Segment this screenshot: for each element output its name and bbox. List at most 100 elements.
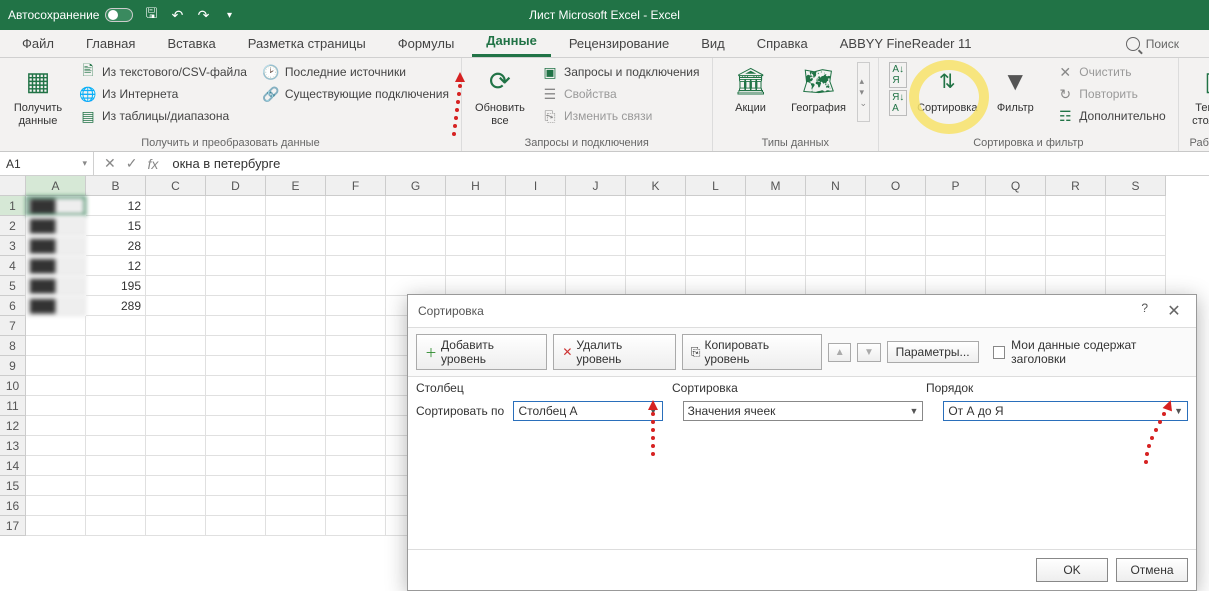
sort-button[interactable]: ⇅ Сортировка [917,62,977,115]
sort-options-button[interactable]: Параметры... [887,341,979,363]
cell[interactable] [206,496,266,516]
cell[interactable] [326,436,386,456]
tab-home[interactable]: Главная [72,30,149,57]
tab-layout[interactable]: Разметка страницы [234,30,380,57]
refresh-all-button[interactable]: ⟳ Обновить все [470,62,530,127]
cell[interactable] [26,476,86,496]
cell[interactable] [86,336,146,356]
cell[interactable] [1046,236,1106,256]
from-text-csv-button[interactable]: 🖹Из текстового/CSV-файла [76,62,251,82]
cell[interactable]: ███ [26,276,86,296]
cell[interactable] [266,516,326,536]
cell[interactable] [626,276,686,296]
column-header[interactable]: B [86,176,146,195]
dialog-titlebar[interactable]: Сортировка ? ✕ [408,295,1196,327]
cell[interactable] [266,256,326,276]
cancel-button[interactable]: Отмена [1116,558,1188,582]
tab-insert[interactable]: Вставка [153,30,229,57]
cell[interactable] [206,476,266,496]
cell[interactable] [26,516,86,536]
text-to-columns-button[interactable]: ▥ Текст по столбцам [1187,62,1209,127]
cell[interactable] [86,436,146,456]
row-header[interactable]: 12 [0,416,25,436]
sort-az-icon[interactable]: А↓Я [889,62,907,88]
cell[interactable] [746,256,806,276]
column-header[interactable]: F [326,176,386,195]
cell[interactable] [266,276,326,296]
column-header[interactable]: G [386,176,446,195]
cell[interactable] [146,256,206,276]
cell[interactable] [506,276,566,296]
cell[interactable] [626,196,686,216]
cell[interactable] [326,416,386,436]
column-header[interactable]: S [1106,176,1166,195]
cell[interactable] [566,256,626,276]
get-data-button[interactable]: ▦ Получить данные [8,62,68,127]
row-header[interactable]: 17 [0,516,25,536]
save-icon[interactable]: 🖫 [143,7,159,23]
tab-formulas[interactable]: Формулы [384,30,469,57]
cell[interactable] [266,356,326,376]
ok-button[interactable]: OK [1036,558,1108,582]
copy-level-button[interactable]: ⎘Копировать уровень [682,334,822,370]
cell[interactable] [986,236,1046,256]
cell[interactable] [26,356,86,376]
cell[interactable] [1106,236,1166,256]
move-down-button[interactable]: ▼ [857,343,880,362]
cell[interactable] [686,236,746,256]
row-header[interactable]: 9 [0,356,25,376]
row-header[interactable]: 5 [0,276,25,296]
enter-icon[interactable]: ✓ [126,155,138,172]
cell[interactable] [686,196,746,216]
cell[interactable] [266,436,326,456]
recent-sources-button[interactable]: 🕑Последние источники [259,62,453,82]
cell[interactable] [86,516,146,536]
cell[interactable] [326,256,386,276]
cell[interactable] [866,276,926,296]
row-header[interactable]: 10 [0,376,25,396]
cell[interactable]: 195 [86,276,146,296]
cancel-icon[interactable]: ✕ [104,155,116,172]
name-box[interactable]: A1 ▾ [0,152,94,175]
cell[interactable] [626,256,686,276]
cell[interactable] [446,196,506,216]
cell[interactable]: ███ [26,236,86,256]
cell[interactable] [86,396,146,416]
cell[interactable] [266,416,326,436]
column-header[interactable]: N [806,176,866,195]
cell[interactable] [746,196,806,216]
cell[interactable] [986,216,1046,236]
redo-icon[interactable]: ↷ [195,7,211,23]
column-header[interactable]: I [506,176,566,195]
column-header[interactable]: K [626,176,686,195]
cell[interactable]: 12 [86,196,146,216]
cell[interactable] [266,376,326,396]
row-header[interactable]: 8 [0,336,25,356]
cell[interactable] [506,236,566,256]
cell[interactable] [206,316,266,336]
cell[interactable] [206,456,266,476]
cell[interactable] [746,276,806,296]
cell[interactable] [506,216,566,236]
cell[interactable] [326,196,386,216]
cell[interactable] [626,216,686,236]
cell[interactable] [326,476,386,496]
row-header[interactable]: 14 [0,456,25,476]
cell[interactable] [26,396,86,416]
cell[interactable] [86,416,146,436]
row-header[interactable]: 13 [0,436,25,456]
cell[interactable] [806,216,866,236]
sort-az-za-buttons[interactable]: А↓Я Я↓А [887,62,909,116]
column-header[interactable]: M [746,176,806,195]
cell[interactable] [446,276,506,296]
cell[interactable] [206,376,266,396]
column-header[interactable]: E [266,176,326,195]
cell[interactable] [326,336,386,356]
cell[interactable] [146,276,206,296]
cell[interactable] [146,296,206,316]
from-web-button[interactable]: 🌐Из Интернета [76,84,251,104]
cell[interactable] [1046,256,1106,276]
tab-file[interactable]: Файл [8,30,68,57]
geography-button[interactable]: 🗺 География [789,62,849,115]
cell[interactable] [206,416,266,436]
